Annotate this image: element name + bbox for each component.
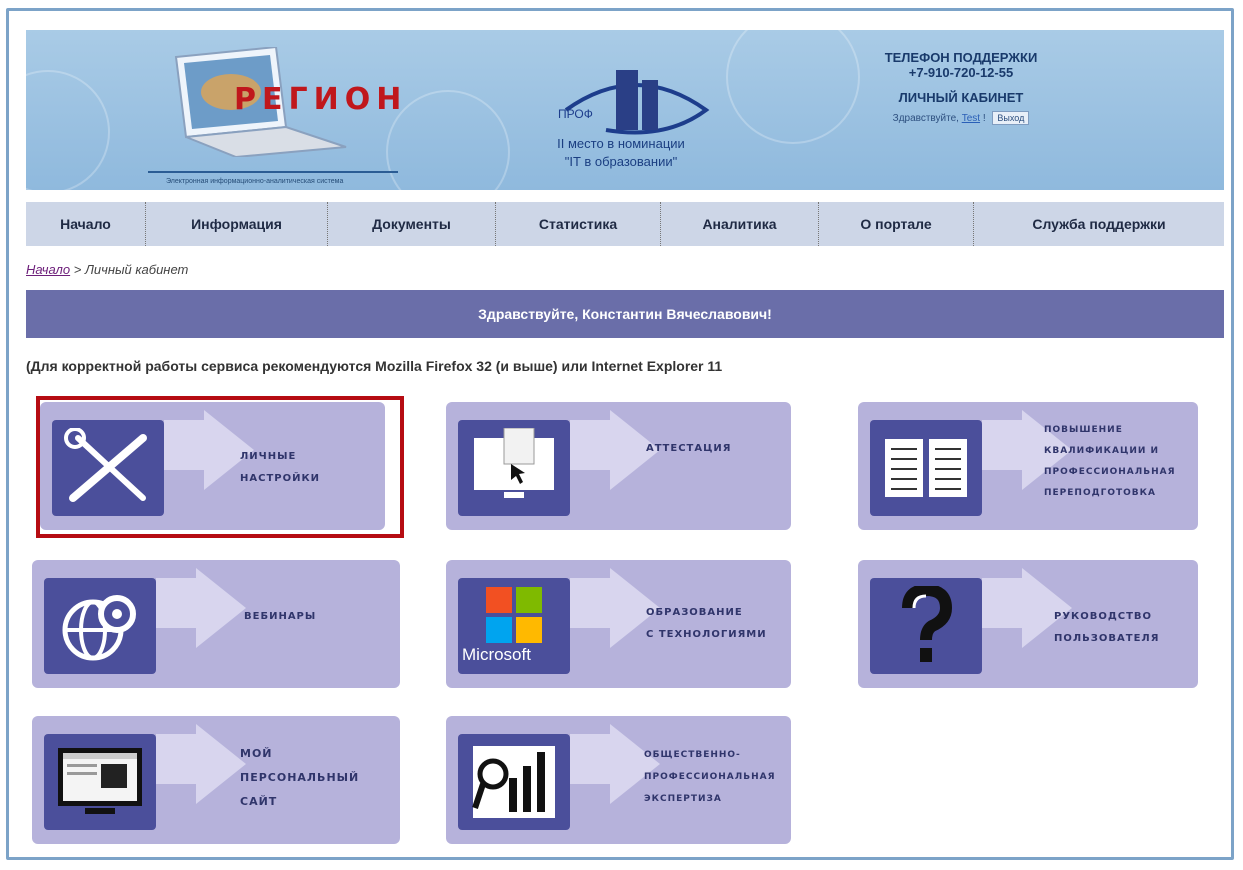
tile-user-guide[interactable]: РУКОВОДСТВО ПОЛЬЗОВАТЕЛЯ [858,560,1198,688]
logout-button[interactable]: Выход [992,111,1030,125]
logo-subtitle: Электронная информационно-аналитическая … [166,178,344,185]
tile-label-line: МОЙ [240,747,273,760]
breadcrumb-home-link[interactable]: Начало [26,262,70,277]
book-icon [870,420,982,516]
cabinet-label: ЛИЧНЫЙ КАБИНЕТ [898,90,1024,105]
tile-label-line: ПЕРЕПОДГОТОВКА [1044,488,1156,498]
globe-gear-icon [44,578,156,674]
tile-label: ОБРАЗОВАНИЕ С ТЕХНОЛОГИЯМИ [646,602,786,646]
support-label: ТЕЛЕФОН ПОДДЕРЖКИ [884,50,1038,65]
tile-label-line: С ТЕХНОЛОГИЯМИ [646,629,767,640]
arrow-icon [156,568,246,648]
nav-item-information[interactable]: Информация [146,202,328,246]
tile-label-line: ОБРАЗОВАНИЕ [646,607,743,618]
support-phone: +7-910-720-12-55 [908,65,1014,80]
prof-award: II место в номинации "IT в образовании" [526,135,716,171]
prof-nomination-text: "IT в образовании" [564,154,678,169]
question-mark-icon [870,578,982,674]
nav-item-documents[interactable]: Документы [328,202,496,246]
tile-attestation[interactable]: АТТЕСТАЦИЯ [446,402,791,530]
tile-label-line: КВАЛИФИКАЦИИ И [1044,446,1160,456]
greeting-suffix: ! [982,113,986,124]
site-logo[interactable]: РЕГИОН Электронная информационно-аналити… [136,42,408,185]
site-header: РЕГИОН Электронная информационно-аналити… [26,30,1224,190]
welcome-banner: Здравствуйте, Константин Вячеславович! [26,290,1224,338]
tile-label: РУКОВОДСТВО ПОЛЬЗОВАТЕЛЯ [1054,606,1194,650]
breadcrumb: Начало > Личный кабинет [26,262,188,277]
tile-label-line: САЙТ [240,795,278,808]
tile-label-line: ПОЛЬЗОВАТЕЛЯ [1054,633,1160,644]
tile-label: ПОВЫШЕНИЕ КВАЛИФИКАЦИИ И ПРОФЕССИОНАЛЬНА… [1044,420,1184,504]
header-decoration [26,70,110,190]
user-link[interactable]: Test [962,113,980,124]
nav-item-analytics[interactable]: Аналитика [661,202,819,246]
nav-item-about[interactable]: О портале [819,202,974,246]
tile-webinars[interactable]: ВЕБИНАРЫ [32,560,400,688]
tile-label: МОЙ ПЕРСОНАЛЬНЫЙ САЙТ [240,742,380,814]
tile-label-line: РУКОВОДСТВО [1054,611,1153,622]
tile-education-technology[interactable]: Microsoft ОБРАЗОВАНИЕ С ТЕХНОЛОГИЯМИ [446,560,791,688]
tile-label: АТТЕСТАЦИЯ [646,438,786,460]
browser-notice: (Для корректной работы сервиса рекоменду… [26,358,723,374]
website-monitor-icon [44,734,156,830]
nav-item-home[interactable]: Начало [26,202,146,246]
user-greeting: Здравствуйте, Test ! Выход [836,111,1086,125]
prof-rank-text: II место в номинации [557,136,685,151]
monitor-cursor-icon [458,420,570,516]
logo-text: РЕГИОН [234,82,408,117]
nav-item-support[interactable]: Служба поддержки [974,202,1224,246]
tile-expertise[interactable]: ОБЩЕСТВЕННО- ПРОФЕССИОНАЛЬНАЯ ЭКСПЕРТИЗА [446,716,791,844]
breadcrumb-current: Личный кабинет [84,262,189,277]
logo-underline [148,171,398,173]
support-block: ТЕЛЕФОН ПОДДЕРЖКИ +7-910-720-12-55 ЛИЧНЫ… [836,50,1086,125]
microsoft-brand-text: Microsoft [462,645,531,664]
tile-personal-site[interactable]: МОЙ ПЕРСОНАЛЬНЫЙ САЙТ [32,716,400,844]
tile-label-line: ОБЩЕСТВЕННО- [644,750,741,760]
prof-label: ПРОФ [558,107,593,121]
tile-label-line: ЭКСПЕРТИЗА [644,794,722,804]
tile-label: ВЕБИНАРЫ [244,606,384,628]
breadcrumb-separator: > [70,262,85,277]
tile-label: ОБЩЕСТВЕННО- ПРОФЕССИОНАЛЬНАЯ ЭКСПЕРТИЗА [644,744,784,810]
arrow-icon [156,724,246,804]
tile-qualification[interactable]: ПОВЫШЕНИЕ КВАЛИФИКАЦИИ И ПРОФЕССИОНАЛЬНА… [858,402,1198,530]
tile-label-line: ПОВЫШЕНИЕ [1044,425,1123,435]
greeting-prefix: Здравствуйте, [892,113,959,124]
tile-label-line: ПРОФЕССИОНАЛЬНАЯ [1044,467,1176,477]
welcome-text: Здравствуйте, Константин Вячеславович! [478,306,772,322]
tile-label-line: ПЕРСОНАЛЬНЫЙ [240,771,360,784]
nav-item-statistics[interactable]: Статистика [496,202,661,246]
magnifier-chart-icon [458,734,570,830]
tile-label-line: ПРОФЕССИОНАЛЬНАЯ [644,772,776,782]
microsoft-logo-icon: Microsoft [458,578,570,674]
tile-label-line: ВЕБИНАРЫ [244,611,317,622]
tile-label-line: АТТЕСТАЦИЯ [646,443,732,454]
selected-highlight [36,396,404,538]
main-nav: Начало Информация Документы Статистика А… [26,202,1224,246]
